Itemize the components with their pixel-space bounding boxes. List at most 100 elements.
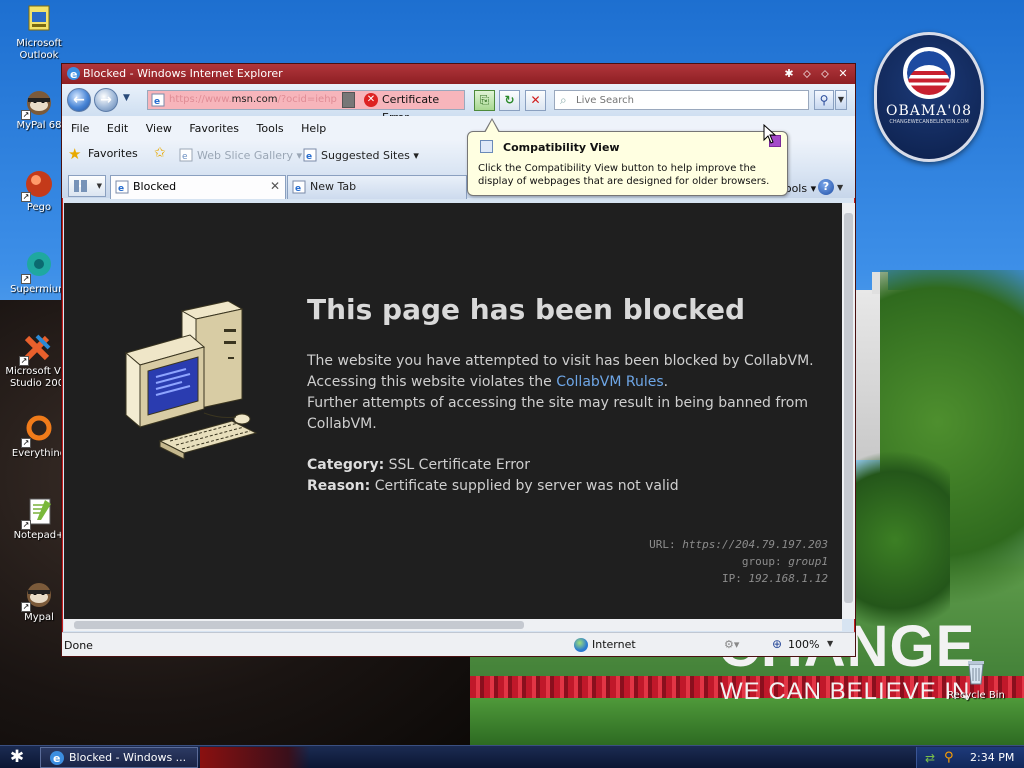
address-bar[interactable]: e https://www.msn.com/?ocid=iehp ✕ Certi… bbox=[147, 90, 465, 124]
mypal-icon: ↗ bbox=[21, 578, 55, 612]
supermium-icon: ↗ bbox=[21, 250, 55, 284]
add-to-favorites-bar-button[interactable]: ✩ bbox=[154, 145, 172, 163]
arrow-left-icon: ← bbox=[73, 92, 85, 108]
search-box[interactable]: ⌕ bbox=[554, 90, 809, 110]
block-details: Category: SSL Certificate Error Reason: … bbox=[307, 455, 679, 497]
search-input[interactable] bbox=[576, 93, 796, 107]
mypal-icon: ↗ bbox=[21, 86, 55, 120]
help-icon[interactable]: ? bbox=[818, 179, 834, 195]
compatibility-view-icon bbox=[480, 140, 493, 153]
page-icon: e bbox=[151, 93, 165, 107]
recent-pages-dropdown[interactable]: ▼ bbox=[123, 93, 133, 105]
taskbar-item-ie[interactable]: e Blocked - Windows ... bbox=[40, 747, 198, 768]
forward-button[interactable]: → bbox=[94, 88, 118, 112]
address-url[interactable]: https://www.msn.com/?ocid=iehp bbox=[169, 94, 339, 105]
scrollbar-thumb[interactable] bbox=[74, 621, 524, 629]
navigation-bar: ← → ▼ e https://www.msn.com/?ocid=iehp ✕… bbox=[62, 84, 855, 124]
search-tray-icon[interactable]: ⚲ bbox=[944, 750, 958, 765]
star-add-icon: ✩ bbox=[154, 145, 166, 161]
pin-button[interactable]: ✱ bbox=[781, 66, 797, 81]
refresh-button[interactable]: ↻ bbox=[499, 90, 520, 111]
ie-page-icon: e bbox=[292, 180, 306, 194]
tooltip-title: Compatibility View bbox=[503, 141, 620, 154]
menu-file[interactable]: File bbox=[62, 122, 96, 135]
svg-text:e: e bbox=[306, 152, 312, 162]
globe-icon bbox=[574, 638, 588, 652]
favorites-label: Favorites bbox=[88, 147, 138, 160]
compatibility-view-tooltip: Compatibility View Click the Compatibili… bbox=[467, 118, 788, 196]
obama-logo: OBAMA'08 CHANGEWECANBELIEVEIN.COM bbox=[874, 32, 984, 162]
status-bar: Done Internet ⚙▾ ⊕ 100% ▼ bbox=[62, 632, 855, 656]
chevron-down-icon: ▼ bbox=[96, 182, 102, 190]
svg-text:e: e bbox=[53, 752, 60, 765]
scrollbar-thumb[interactable] bbox=[844, 213, 853, 603]
zoom-dropdown[interactable]: ▼ bbox=[827, 639, 833, 648]
menu-tools[interactable]: Tools bbox=[250, 122, 291, 135]
ie-page-icon: e bbox=[179, 148, 193, 162]
certificate-error-button[interactable]: ✕ Certificate Error bbox=[360, 91, 464, 124]
reason-row: Reason: Certificate supplied by server w… bbox=[307, 478, 679, 494]
everything-icon: ↗ bbox=[21, 414, 55, 448]
category-row: Category: SSL Certificate Error bbox=[307, 457, 530, 473]
window-titlebar[interactable]: e Blocked - Windows Internet Explorer ✱ … bbox=[62, 64, 855, 84]
recycle-bin-icon bbox=[960, 656, 992, 688]
ie-logo-icon: e bbox=[66, 66, 81, 81]
tab-new-tab[interactable]: e New Tab bbox=[287, 175, 467, 199]
zoom-magnifier-icon: ⊕ bbox=[772, 637, 783, 651]
visual-studio-icon: ↗ bbox=[19, 332, 53, 366]
zoom-button[interactable]: ⊕ 100% bbox=[772, 637, 819, 651]
block-description: The website you have attempted to visit … bbox=[307, 353, 814, 432]
pego-icon: ↗ bbox=[21, 168, 55, 202]
network-icon[interactable]: ⇄ bbox=[925, 751, 939, 765]
refresh-icon: ↻ bbox=[504, 93, 515, 107]
protected-mode-icon[interactable]: ⚙▾ bbox=[724, 638, 744, 652]
logo-small-text: CHANGEWECANBELIEVEIN.COM bbox=[889, 119, 969, 125]
obama-emblem-icon bbox=[903, 47, 955, 99]
menu-view[interactable]: View bbox=[139, 122, 179, 135]
web-slice-gallery-link[interactable]: e Web Slice Gallery ▾ bbox=[179, 148, 302, 162]
close-button[interactable]: ✕ bbox=[835, 66, 851, 81]
collabvm-rules-link[interactable]: CollabVM Rules bbox=[556, 374, 663, 390]
svg-text:e: e bbox=[154, 97, 160, 107]
page-content: This page has been blocked The website y… bbox=[64, 203, 842, 619]
desktop-icon-outlook[interactable]: Microsoft Outlook bbox=[6, 4, 72, 62]
quick-tabs-button[interactable]: ▼ bbox=[68, 175, 106, 197]
outlook-icon bbox=[23, 4, 55, 36]
horizontal-scrollbar[interactable] bbox=[64, 619, 842, 631]
notepadpp-icon: ↗ bbox=[21, 496, 55, 530]
stop-x-icon: ✕ bbox=[530, 93, 541, 107]
start-star-icon: ✱ bbox=[9, 747, 25, 767]
arrow-right-icon: → bbox=[100, 92, 112, 108]
start-button[interactable]: ✱ bbox=[2, 747, 32, 768]
url-row: URL: https://204.79.197.203 bbox=[649, 538, 828, 551]
logo-text: OBAMA'08 bbox=[886, 103, 972, 119]
menu-favorites[interactable]: Favorites bbox=[182, 122, 246, 135]
tab-label: Blocked bbox=[133, 180, 177, 193]
wallpaper-trees-2 bbox=[840, 440, 950, 640]
clock[interactable]: 2:34 PM bbox=[970, 751, 1014, 764]
tab-close-icon[interactable]: ✕ bbox=[270, 179, 280, 193]
quick-tabs-grid-icon bbox=[74, 180, 87, 192]
security-zone[interactable]: Internet bbox=[574, 638, 636, 652]
desktop-icon-recycle-bin[interactable]: Recycle Bin bbox=[944, 656, 1008, 702]
stop-button[interactable]: ✕ bbox=[525, 90, 546, 111]
system-tray: ⇄ ⚲ 2:34 PM bbox=[916, 747, 1024, 768]
favorites-button[interactable]: ★ Favorites bbox=[68, 145, 138, 163]
taskbar-decoration bbox=[200, 747, 310, 768]
search-button[interactable]: ⚲ bbox=[814, 90, 834, 110]
maximize-button[interactable]: ⬦ bbox=[817, 66, 833, 81]
compatibility-view-button[interactable]: ⎘ bbox=[474, 90, 495, 111]
page-title: This page has been blocked bbox=[307, 293, 746, 326]
vertical-scrollbar[interactable] bbox=[842, 203, 855, 619]
menu-help[interactable]: Help bbox=[294, 122, 333, 135]
search-options-dropdown[interactable]: ▼ bbox=[835, 90, 847, 110]
svg-text:e: e bbox=[295, 184, 301, 194]
suggested-sites-link[interactable]: e Suggested Sites ▾ bbox=[303, 148, 419, 162]
minimize-button[interactable]: ⬦ bbox=[799, 66, 815, 81]
back-button[interactable]: ← bbox=[67, 88, 91, 112]
error-x-icon: ✕ bbox=[364, 93, 378, 107]
svg-text:e: e bbox=[118, 184, 124, 194]
help-dropdown[interactable]: ▼ bbox=[837, 183, 843, 192]
menu-edit[interactable]: Edit bbox=[100, 122, 135, 135]
tab-blocked[interactable]: e Blocked ✕ bbox=[110, 175, 286, 199]
